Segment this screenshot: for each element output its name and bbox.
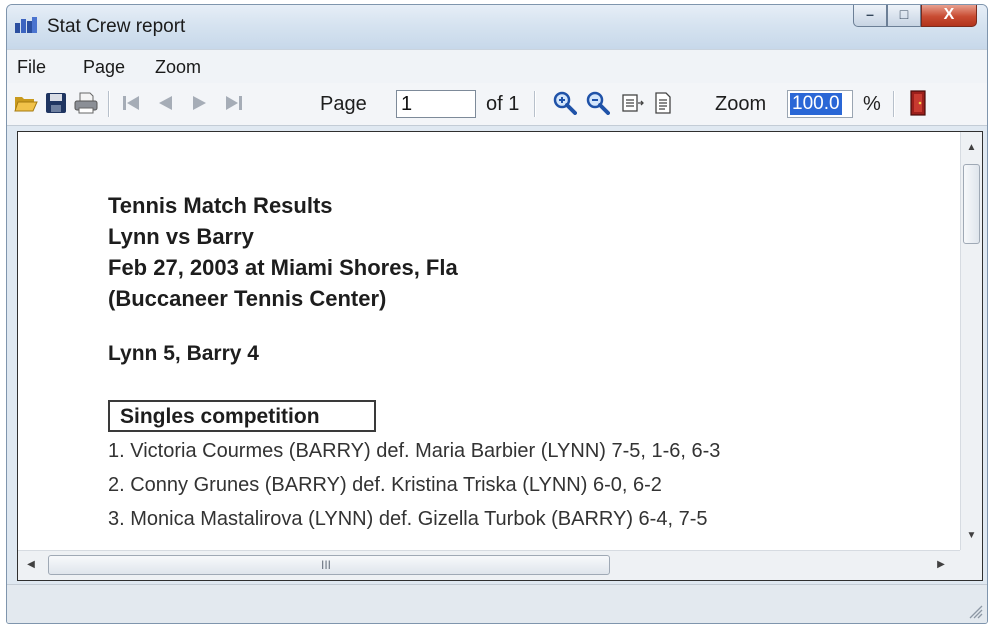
result-item: 1. Victoria Courmes (BARRY) def. Maria B…	[108, 440, 721, 462]
scroll-down-arrow-icon[interactable]: ▼	[961, 526, 982, 546]
zoom-percent-input[interactable]: 100.0	[787, 90, 853, 118]
fit-width-icon[interactable]	[619, 90, 645, 116]
zoom-out-icon[interactable]	[585, 90, 611, 116]
window-title: Stat Crew report	[47, 16, 186, 37]
exit-icon[interactable]	[905, 90, 931, 116]
percent-label: %	[863, 93, 881, 115]
scrollbar-corner	[960, 550, 982, 580]
minimize-icon: –	[866, 6, 874, 22]
save-disk-icon[interactable]	[43, 90, 69, 116]
scroll-grip-icon: III	[321, 558, 332, 572]
close-button[interactable]: X	[921, 5, 977, 27]
scroll-up-arrow-icon[interactable]: ▲	[961, 138, 982, 158]
report-matchup: Lynn vs Barry	[108, 224, 254, 249]
page-label: Page	[320, 93, 367, 115]
final-score: Lynn 5, Barry 4	[108, 342, 259, 365]
menu-bar: File Page Zoom	[7, 49, 987, 84]
report-date-location: Feb 27, 2003 at Miami Shores, Fla	[108, 255, 458, 280]
print-icon[interactable]	[73, 90, 99, 116]
toolbar-separator	[108, 91, 110, 117]
scroll-right-arrow-icon[interactable]: ▶	[930, 551, 952, 579]
results-list: 1. Victoria Courmes (BARRY) def. Maria B…	[108, 434, 928, 536]
maximize-icon: □	[899, 6, 909, 22]
resize-grip-icon[interactable]	[967, 603, 983, 619]
report-page: Tennis Match Results Lynn vs Barry Feb 2…	[108, 190, 928, 536]
menu-file[interactable]: File	[17, 57, 46, 78]
status-bar	[7, 584, 987, 623]
report-venue: (Buccaneer Tennis Center)	[108, 286, 387, 311]
menu-zoom[interactable]: Zoom	[155, 57, 201, 78]
report-window: Stat Crew report – □ X File Page Zoom Pa…	[6, 4, 988, 624]
maximize-button[interactable]: □	[887, 5, 921, 27]
next-page-icon[interactable]	[187, 90, 213, 116]
result-item: 3. Monica Mastalirova (LYNN) def. Gizell…	[108, 508, 708, 530]
result-item: 2. Conny Grunes (BARRY) def. Kristina Tr…	[108, 474, 662, 496]
first-page-icon[interactable]	[118, 90, 144, 116]
previous-page-icon[interactable]	[152, 90, 178, 116]
vertical-scroll-thumb[interactable]	[963, 164, 980, 244]
toolbar: Page of 1	[7, 83, 987, 126]
vertical-scrollbar[interactable]: ▲ ▼	[960, 132, 982, 552]
title-bar[interactable]: Stat Crew report – □ X	[7, 5, 987, 49]
close-icon: X	[943, 6, 955, 23]
zoom-value: 100.0	[790, 93, 842, 115]
open-folder-icon[interactable]	[13, 90, 39, 116]
minimize-button[interactable]: –	[853, 5, 887, 27]
last-page-icon[interactable]	[221, 90, 247, 116]
menu-page[interactable]: Page	[83, 57, 125, 78]
zoom-label: Zoom	[715, 93, 767, 115]
page-number-input[interactable]	[396, 90, 476, 118]
zoom-in-icon[interactable]	[552, 90, 578, 116]
horizontal-scrollbar[interactable]: ◀ III ▶	[18, 550, 962, 580]
toolbar-separator	[893, 91, 895, 117]
stat-crew-app-icon	[15, 17, 37, 33]
toolbar-separator	[534, 91, 536, 117]
section-title: Singles competition	[108, 400, 376, 432]
scroll-left-arrow-icon[interactable]: ◀	[20, 551, 42, 579]
report-title: Tennis Match Results	[108, 193, 333, 218]
window-controls: – □ X	[853, 5, 977, 27]
fit-page-icon[interactable]	[650, 90, 676, 116]
report-viewport[interactable]: Tennis Match Results Lynn vs Barry Feb 2…	[17, 131, 983, 581]
page-count-label: of 1	[486, 93, 520, 115]
horizontal-scroll-thumb[interactable]: III	[48, 555, 610, 575]
